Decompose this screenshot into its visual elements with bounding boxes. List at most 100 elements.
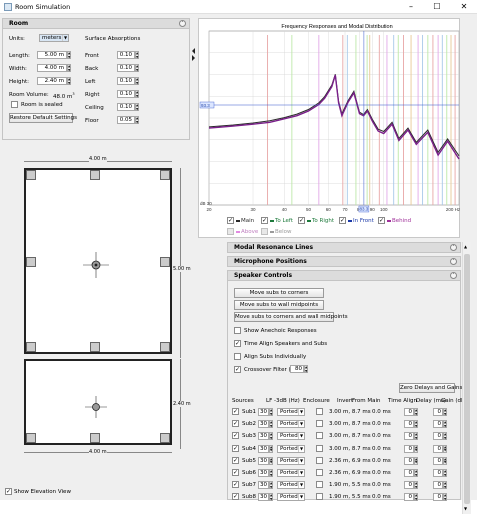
room-sealed-checkbox[interactable]: [11, 101, 18, 108]
delay-field[interactable]: 0: [404, 493, 414, 502]
lf-field[interactable]: 30: [258, 432, 269, 441]
enclosure-dropdown[interactable]: Ported ▼: [277, 469, 305, 477]
elevation-room[interactable]: [24, 359, 172, 445]
splitter-handle[interactable]: [192, 28, 196, 514]
lf-spinner[interactable]: ▲ ▼: [269, 420, 273, 429]
sub4-marker[interactable]: [160, 342, 170, 352]
gain-field[interactable]: 0: [433, 420, 443, 429]
elev-sub-center-marker[interactable]: [90, 433, 100, 443]
scroll-thumb[interactable]: [464, 254, 470, 504]
lf-spinner[interactable]: ▲ ▼: [269, 456, 273, 465]
restore-defaults-button[interactable]: Restore Default Settings: [9, 113, 77, 123]
absorption-right-spinner[interactable]: ▲ ▼: [135, 90, 139, 98]
width-field[interactable]: 4.00 m: [37, 64, 67, 72]
enclosure-dropdown[interactable]: Ported ▼: [277, 444, 305, 453]
sub-enable-checkbox[interactable]: ✓: [232, 408, 239, 415]
delay-spinner[interactable]: ▲ ▼: [414, 456, 418, 465]
move-subs-midpoints-button[interactable]: Move subs to wall midpoints: [234, 300, 324, 310]
lf-field[interactable]: 30: [258, 469, 269, 477]
expand-icon[interactable]: ˇ: [450, 244, 457, 251]
height-spinner[interactable]: ▲ ▼: [67, 77, 71, 85]
delay-spinner[interactable]: ▲ ▼: [414, 420, 418, 429]
collapse-icon[interactable]: ˆ: [179, 20, 186, 27]
height-field[interactable]: 2.40 m: [37, 77, 67, 85]
length-field[interactable]: 5.00 m: [37, 51, 67, 59]
delay-field[interactable]: 0: [404, 469, 414, 477]
sub1-marker[interactable]: [26, 170, 36, 180]
sub-enable-checkbox[interactable]: ✓: [232, 420, 239, 428]
delay-field[interactable]: 0: [404, 456, 414, 465]
zero-delays-button[interactable]: Zero Delays and Gains: [399, 383, 462, 393]
invert-checkbox[interactable]: [316, 456, 323, 464]
legend-above-checkbox[interactable]: [227, 228, 234, 235]
enclosure-dropdown[interactable]: Ported ▼: [277, 493, 305, 502]
invert-checkbox[interactable]: [316, 420, 323, 428]
lf-spinner[interactable]: ▲ ▼: [269, 432, 273, 441]
vertical-scrollbar[interactable]: ▲ ▼: [462, 242, 471, 514]
lf-field[interactable]: 30: [258, 408, 269, 416]
absorption-back-field[interactable]: 0.10: [117, 64, 135, 72]
invert-checkbox[interactable]: [316, 432, 323, 440]
sub8-marker[interactable]: [90, 342, 100, 352]
sub6-marker[interactable]: [160, 257, 170, 267]
gain-spinner[interactable]: ▲ ▼: [443, 432, 447, 441]
scroll-down-icon[interactable]: ▼: [464, 506, 467, 511]
delay-spinner[interactable]: ▲ ▼: [414, 493, 418, 502]
length-spinner[interactable]: ▲ ▼: [67, 51, 71, 59]
minimize-button[interactable]: –: [398, 0, 424, 13]
move-subs-both-button[interactable]: Move subs to corners and wall midpoints: [234, 312, 348, 322]
move-subs-corners-button[interactable]: Move subs to corners: [234, 288, 324, 298]
legend-to-left-checkbox[interactable]: ✓: [261, 217, 268, 224]
delay-field[interactable]: 0: [404, 481, 414, 490]
sub-enable-checkbox[interactable]: ✓: [232, 469, 239, 476]
gain-spinner[interactable]: ▲ ▼: [443, 408, 447, 416]
absorption-floor-spinner[interactable]: ▲ ▼: [135, 116, 139, 124]
lf-field[interactable]: 30: [258, 493, 269, 502]
gain-field[interactable]: 0: [433, 481, 443, 490]
absorption-left-spinner[interactable]: ▲ ▼: [135, 77, 139, 85]
lf-spinner[interactable]: ▲ ▼: [269, 408, 273, 416]
scroll-up-icon[interactable]: ▲: [464, 244, 467, 249]
absorption-floor-field[interactable]: 0.05: [117, 116, 135, 124]
collapse-icon[interactable]: ˆ: [450, 272, 457, 279]
listener-crosshair-icon[interactable]: [81, 250, 111, 280]
enclosure-dropdown[interactable]: Ported ▼: [277, 420, 305, 429]
enclosure-dropdown[interactable]: Ported ▼: [277, 408, 305, 416]
enclosure-dropdown[interactable]: Ported ▼: [277, 456, 305, 465]
sub-enable-checkbox[interactable]: ✓: [232, 493, 239, 501]
legend-main-checkbox[interactable]: ✓: [227, 217, 234, 224]
splitter-left-arrow-icon[interactable]: [192, 48, 195, 54]
anechoic-checkbox[interactable]: [234, 327, 241, 334]
sub-enable-checkbox[interactable]: ✓: [232, 432, 239, 440]
absorption-ceiling-spinner[interactable]: ▲ ▼: [135, 103, 139, 111]
close-button[interactable]: ✕: [451, 0, 477, 13]
sub5-marker[interactable]: [26, 257, 36, 267]
modal-resonance-header[interactable]: Modal Resonance Lines ˇ: [227, 242, 461, 253]
speaker-controls-header[interactable]: Speaker Controls ˆ: [227, 270, 461, 281]
lf-spinner[interactable]: ▲ ▼: [269, 444, 273, 453]
lf-field[interactable]: 30: [258, 444, 269, 453]
invert-checkbox[interactable]: [316, 481, 323, 489]
absorption-right-field[interactable]: 0.10: [117, 90, 135, 98]
legend-in-front-checkbox[interactable]: ✓: [339, 217, 346, 224]
gain-spinner[interactable]: ▲ ▼: [443, 420, 447, 429]
invert-checkbox[interactable]: [316, 493, 323, 501]
expand-icon[interactable]: ˇ: [450, 258, 457, 265]
enclosure-dropdown[interactable]: Ported ▼: [277, 481, 305, 490]
absorption-front-spinner[interactable]: ▲ ▼: [135, 51, 139, 59]
gain-field[interactable]: 0: [433, 408, 443, 416]
sub-enable-checkbox[interactable]: ✓: [232, 444, 239, 452]
delay-spinner[interactable]: ▲ ▼: [414, 432, 418, 441]
absorption-left-field[interactable]: 0.10: [117, 77, 135, 85]
gain-spinner[interactable]: ▲ ▼: [443, 481, 447, 490]
absorption-ceiling-field[interactable]: 0.10: [117, 103, 135, 111]
crossover-field[interactable]: 80: [290, 365, 304, 373]
gain-field[interactable]: 0: [433, 456, 443, 465]
gain-spinner[interactable]: ▲ ▼: [443, 493, 447, 502]
delay-field[interactable]: 0: [404, 444, 414, 453]
legend-to-right-checkbox[interactable]: ✓: [298, 217, 305, 224]
delay-spinner[interactable]: ▲ ▼: [414, 408, 418, 416]
align-subs-checkbox[interactable]: [234, 353, 241, 360]
gain-spinner[interactable]: ▲ ▼: [443, 469, 447, 477]
lf-spinner[interactable]: ▲ ▼: [269, 493, 273, 502]
